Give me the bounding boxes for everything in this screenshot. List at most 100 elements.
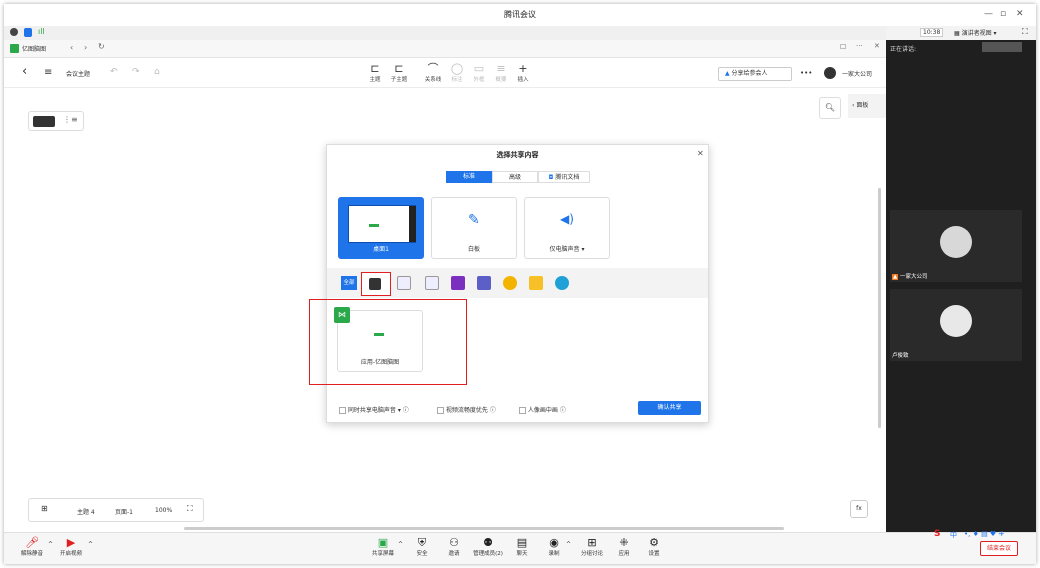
toolbar-more-icon[interactable]: ••• [800,69,812,77]
app-logo-icon [10,44,19,53]
computer-audio-card[interactable]: ◀) 仅电脑声音 ▾ [524,197,610,259]
ime-mode[interactable]: 中 [950,530,957,540]
share-audio-option[interactable]: 同时共享电脑声音 ▾ ⓘ [339,405,409,414]
zoom-level[interactable]: 100% [155,507,172,514]
confirm-share-button[interactable]: 确认共享 [638,401,701,415]
apps-button[interactable]: ⁜ 应用 [614,536,634,557]
panel-toggle[interactable]: ‹ 面板 [848,94,886,118]
relation-button[interactable]: ⌒ 关系线 [422,62,444,84]
page-selector[interactable]: 页面-1 [115,507,133,516]
ime-logo-icon[interactable]: S [934,529,940,539]
settings-button[interactable]: ⚙ 设置 [644,536,664,557]
view-mode-label: 演讲者视图 [961,30,992,37]
ime-toolbar-icons[interactable]: •, ♦ ▤ ♥ ⁜ [964,530,1004,538]
desktop-card[interactable]: 桌面1 [338,197,424,259]
window-icon-2[interactable] [425,276,439,290]
manage-members-button[interactable]: ⚉ 管理成员(2) [470,536,506,557]
chat-button[interactable]: ▤ 聊天 [512,536,532,557]
end-meeting-button[interactable]: 结束会议 [980,541,1018,556]
teams-icon[interactable] [477,276,491,290]
relation-icon: ⌒ [427,62,439,75]
share-audio-checkbox[interactable] [339,407,346,414]
search-icon[interactable]: 🔍︎ [819,97,841,119]
pip-checkbox[interactable] [519,407,526,414]
manage-members-label: 管理成员(2) [473,551,503,557]
video-tile-2[interactable]: 卢俊致 [890,289,1022,361]
record-button[interactable]: ◉ 录制 [544,536,564,557]
filter-all[interactable]: 全部 [341,276,357,290]
dialog-close-icon[interactable]: ✕ [697,149,704,158]
chat-bubble-icon[interactable]: ☐ [840,43,846,51]
topic-button[interactable]: ⊏ 主题 [366,63,384,84]
back-arrow-icon[interactable]: ‹ [22,64,27,79]
members-icon: ⚉ [483,536,493,549]
vertical-scrollbar[interactable] [878,188,881,428]
fullscreen-icon[interactable]: ⛶ [1022,27,1028,37]
breakout-button[interactable]: ⊞ 分组讨论 [578,536,606,557]
restore-icon[interactable]: ▫ [1000,9,1006,19]
mindmap-view-icon[interactable] [33,116,55,127]
outline-view-icon[interactable]: ⋮≡ [63,115,78,124]
share-screen-button[interactable]: ▣ 共享屏幕 [370,536,396,557]
invite-button[interactable]: ⚇ 邀请 [444,536,464,557]
close-icon[interactable]: ✕ [1016,9,1024,19]
summary-button[interactable]: ≡ 概要 [492,63,510,84]
start-video-button[interactable]: ▶︎ 开启视频 [56,536,86,557]
tab-advanced[interactable]: 高级 [492,171,538,183]
tab-tencent-docs[interactable]: ◘ 腾讯文档 [538,171,590,183]
refresh-icon[interactable]: ↻ [98,42,105,51]
undo-icon[interactable]: ↶ [110,67,118,77]
mic-options-icon[interactable]: ^ [48,541,53,548]
app-window-card[interactable]: ⋈ 应用-亿图脑图 [334,307,423,372]
folder-icon[interactable] [529,276,543,290]
pip-option[interactable]: 人像画中画 ⓘ [519,405,566,414]
subtopic-button[interactable]: ⊏ 子主题 [388,63,410,84]
nav-back-icon[interactable]: ‹ [70,43,73,52]
whiteboard-card[interactable]: ✎ 白板 [431,197,517,259]
security-label: 安全 [416,551,428,557]
unmute-button[interactable]: 🎤︎ 解除静音 [18,536,46,557]
view-mode-button[interactable]: ▦ 演讲者视图 ▾ [954,28,997,37]
map-icon[interactable]: ⊞ [41,504,48,513]
format-painter-icon[interactable]: ⌂ [154,67,160,77]
horizontal-scrollbar[interactable] [184,527,784,530]
onenote-icon[interactable] [451,276,465,290]
title-bar: 腾讯会议 — ▫ ✕ [4,4,1036,26]
doc-title[interactable]: 会议主题 [66,69,90,78]
formula-icon[interactable]: fx [850,500,868,518]
record-options-icon[interactable]: ^ [566,541,571,548]
window-icon-1[interactable] [397,276,411,290]
edge-icon[interactable] [555,276,569,290]
tencent-docs-icon: ◘ [548,174,554,181]
breakout-icon: ⊞ [587,536,597,549]
fit-screen-icon[interactable]: ⛶ [187,504,193,514]
view-controls: 10:38 ▦ 演讲者视图 ▾ ⛶ [886,26,1036,40]
chrome-icon[interactable] [503,276,517,290]
insert-label: 插入 [517,77,529,83]
avatar[interactable] [824,67,836,79]
more-icon[interactable]: ··· [856,42,863,50]
menu-icon[interactable]: ≡ [44,67,52,78]
app-tab[interactable]: 亿图脑图 [22,44,46,53]
video-smooth-option[interactable]: 视频流畅度优先 ⓘ [437,405,496,414]
shield-icon[interactable] [24,28,32,37]
security-button[interactable]: ⛨ 安全 [412,536,432,557]
signal-icon: ıll [38,27,45,36]
window-title: 腾讯会议 [504,10,536,19]
record-label: 录制 [548,551,560,557]
nav-forward-icon[interactable]: › [84,43,87,52]
info-icon[interactable] [10,28,18,36]
insert-button[interactable]: + 插入 [514,63,532,84]
video-options-icon[interactable]: ^ [88,541,93,548]
minimize-icon[interactable]: — [984,9,993,19]
video-smooth-checkbox[interactable] [437,407,444,414]
tab-close-icon[interactable]: ✕ [874,42,880,50]
redo-icon[interactable]: ↷ [132,67,140,77]
share-to-attendees-button[interactable]: ▲ 分享给参会人 [718,67,792,81]
video-tile-1[interactable]: ▲ 一家大公司 [890,210,1022,282]
share-options-icon[interactable]: ^ [398,541,403,548]
speaking-indicator [982,42,1022,52]
tab-standard[interactable]: 标准 [446,171,492,183]
callout-button[interactable]: ◯ 标注 [448,63,466,84]
outline-button[interactable]: ▭ 外框 [470,63,488,84]
